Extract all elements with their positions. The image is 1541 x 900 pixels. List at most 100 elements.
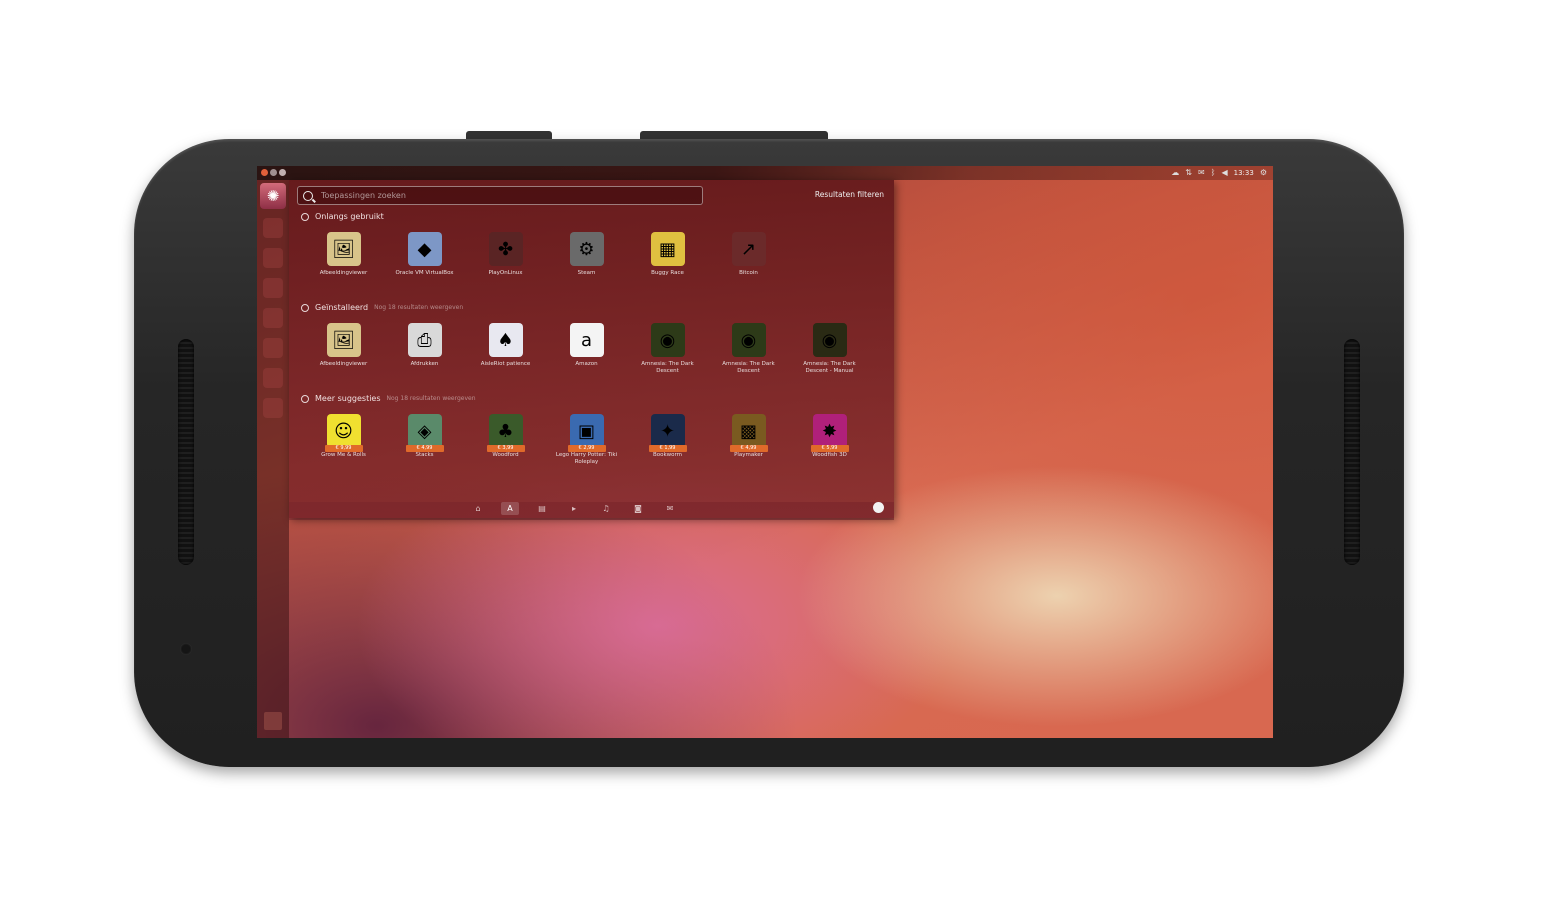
icon-glyph: a	[580, 329, 593, 351]
home-lens-icon[interactable]: ⌂	[469, 502, 487, 515]
bluetooth-icon[interactable]: ᛒ	[1211, 168, 1216, 178]
network-icon[interactable]: ⇅	[1185, 168, 1192, 178]
steam-icon: ⚙	[569, 232, 604, 266]
icon-glyph: ⎙	[417, 329, 432, 351]
section-header-installed[interactable]: Geïnstalleerd Nog 18 resultaten weergeve…	[301, 303, 463, 312]
app-tile[interactable]: ♠ AisleRiot patience	[465, 323, 546, 375]
app-tile[interactable]: 🖼 Afbeeldingviewer	[303, 232, 384, 277]
app-tile[interactable]: ◆ Oracle VM VirtualBox	[384, 232, 465, 277]
launcher-item-browser[interactable]	[263, 248, 283, 268]
virtualbox-icon: ◆	[407, 232, 442, 266]
files-lens-icon[interactable]: ▤	[533, 502, 551, 515]
left-speaker	[178, 339, 194, 565]
icon-glyph: ♠	[497, 329, 514, 351]
app-tile[interactable]: ▩ € 4,99 Playmaker	[708, 414, 789, 466]
app-label: Amnesia: The Dark Descent - Manual	[803, 361, 856, 374]
music-lens-icon[interactable]: ♫	[597, 502, 615, 515]
app-tile[interactable]: ✦ € 1,99 Bookworm	[627, 414, 708, 466]
applications-lens-icon[interactable]: A	[501, 502, 519, 515]
app-tile[interactable]: ▦ Buggy Race	[627, 232, 708, 277]
search-input[interactable]	[319, 190, 683, 201]
minimize-window-button[interactable]	[270, 169, 277, 176]
image-viewer-icon: 🖼	[326, 323, 361, 357]
app-tile[interactable]: ⎙ Afdrukken	[384, 323, 465, 375]
dash-overlay: Resultaten filteren Onlangs gebruikt 🖼 Af…	[289, 180, 894, 518]
price-badge: € 4,99	[729, 445, 768, 452]
app-tile[interactable]: ↗ Bitcoin	[708, 232, 789, 277]
power-gear-icon[interactable]: ⚙	[1260, 168, 1267, 178]
launcher-item-software-center[interactable]	[263, 368, 283, 388]
app-tile[interactable]: ◉ Amnesia: The Dark Descent - Manual	[789, 323, 870, 375]
show-more-link[interactable]: Nog 18 resultaten weergeven	[374, 304, 463, 311]
clock[interactable]: 13:33	[1234, 168, 1254, 178]
app-tile[interactable]: ♣ € 3,99 Woodford	[465, 414, 546, 466]
icon-glyph: ☺	[334, 420, 353, 442]
section-title: Geïnstalleerd	[315, 303, 369, 312]
app-label: Woodfish 3D	[812, 452, 847, 458]
filter-results-button[interactable]: Resultaten filteren	[815, 190, 884, 199]
video-lens-icon[interactable]: ▸	[565, 502, 583, 515]
icon-glyph: ◉	[659, 329, 676, 351]
maximize-window-button[interactable]	[279, 169, 286, 176]
installed-category-icon	[301, 303, 309, 312]
photos-lens-icon[interactable]: ◙	[629, 502, 647, 515]
show-more-link[interactable]: Nog 18 resultaten weergeven	[387, 395, 476, 402]
info-icon[interactable]	[873, 502, 884, 513]
app-tile[interactable]: ☺ € 9,99 Grow Me & Rolls	[303, 414, 384, 466]
icon-glyph: ▦	[658, 238, 676, 260]
price-badge: € 1,99	[648, 445, 687, 452]
search-box[interactable]	[297, 186, 703, 205]
icon-glyph: ✤	[497, 238, 514, 260]
app-tile[interactable]: ◉ Amnesia: The Dark Descent	[627, 323, 708, 375]
messaging-icon[interactable]: ✉	[1198, 168, 1205, 178]
app-tile[interactable]: ◈ € 4,99 Stacks	[384, 414, 465, 466]
dash-home-button[interactable]: ✺	[260, 183, 286, 209]
app-tile[interactable]: ✤ PlayOnLinux	[465, 232, 546, 277]
icon-glyph: ⚙	[578, 238, 595, 260]
app-label: Afbeeldingviewer	[319, 270, 368, 276]
app-tile[interactable]: 🖼 Afbeeldingviewer	[303, 323, 384, 375]
social-lens-icon[interactable]: ✉	[661, 502, 679, 515]
icon-glyph: 🖼	[332, 329, 355, 351]
icon-glyph: ◉	[821, 329, 838, 351]
icon-glyph: 🖼	[332, 238, 355, 260]
lego-game-icon: ▣ € 2,99	[567, 414, 606, 452]
icon-glyph: ▣	[577, 420, 595, 442]
volume-icon[interactable]: ◀	[1221, 168, 1227, 178]
top-panel: ☁ ⇅ ✉ ᛒ ◀ 13:33 ⚙	[257, 166, 1273, 180]
icon-glyph: ♣	[497, 420, 514, 442]
app-label: Bitcoin	[739, 270, 758, 276]
app-tile[interactable]: ✸ € 5,99 Woodfish 3D	[789, 414, 870, 466]
close-window-button[interactable]	[261, 169, 268, 176]
launcher-item-settings[interactable]	[263, 398, 283, 418]
system-tray: ☁ ⇅ ✉ ᛒ ◀ 13:33 ⚙	[1171, 168, 1267, 178]
app-label: Grow Me & Rolls	[321, 452, 366, 458]
app-tile[interactable]: a Amazon	[546, 323, 627, 375]
price-badge: € 9,99	[324, 445, 363, 452]
right-speaker	[1344, 339, 1360, 565]
woodfish-game-icon: ✸ € 5,99	[810, 414, 849, 452]
section-title: Onlangs gebruikt	[315, 212, 384, 221]
dropbox-icon[interactable]: ☁	[1171, 168, 1179, 178]
app-tile[interactable]: ◉ Amnesia: The Dark Descent	[708, 323, 789, 375]
app-label: Bookworm	[652, 452, 683, 458]
bitcoin-icon: ↗	[731, 232, 766, 266]
trash-icon[interactable]	[264, 712, 282, 730]
app-label: Amazon	[575, 361, 598, 367]
app-tile[interactable]: ⚙ Steam	[546, 232, 627, 277]
cards-icon: ♠	[488, 323, 523, 357]
launcher-item-writer[interactable]	[263, 278, 283, 298]
launcher-item-calc[interactable]	[263, 308, 283, 328]
recent-category-icon	[301, 212, 309, 221]
section-header-recent[interactable]: Onlangs gebruikt	[301, 212, 384, 221]
app-label: Stacks	[415, 452, 434, 458]
app-label: Buggy Race	[651, 270, 684, 276]
price-badge: € 2,99	[567, 445, 606, 452]
launcher-item-files[interactable]	[263, 218, 283, 238]
section-header-suggestions[interactable]: Meer suggesties Nog 18 resultaten weerge…	[301, 394, 476, 403]
launcher-item-impress[interactable]	[263, 338, 283, 358]
ubuntu-logo-icon: ✺	[266, 187, 280, 205]
icon-glyph: ◆	[417, 238, 432, 260]
app-tile[interactable]: ▣ € 2,99 Lego Harry Potter: Tiki Roleplay	[546, 414, 627, 466]
amnesia-manual-icon: ◉	[812, 323, 847, 357]
